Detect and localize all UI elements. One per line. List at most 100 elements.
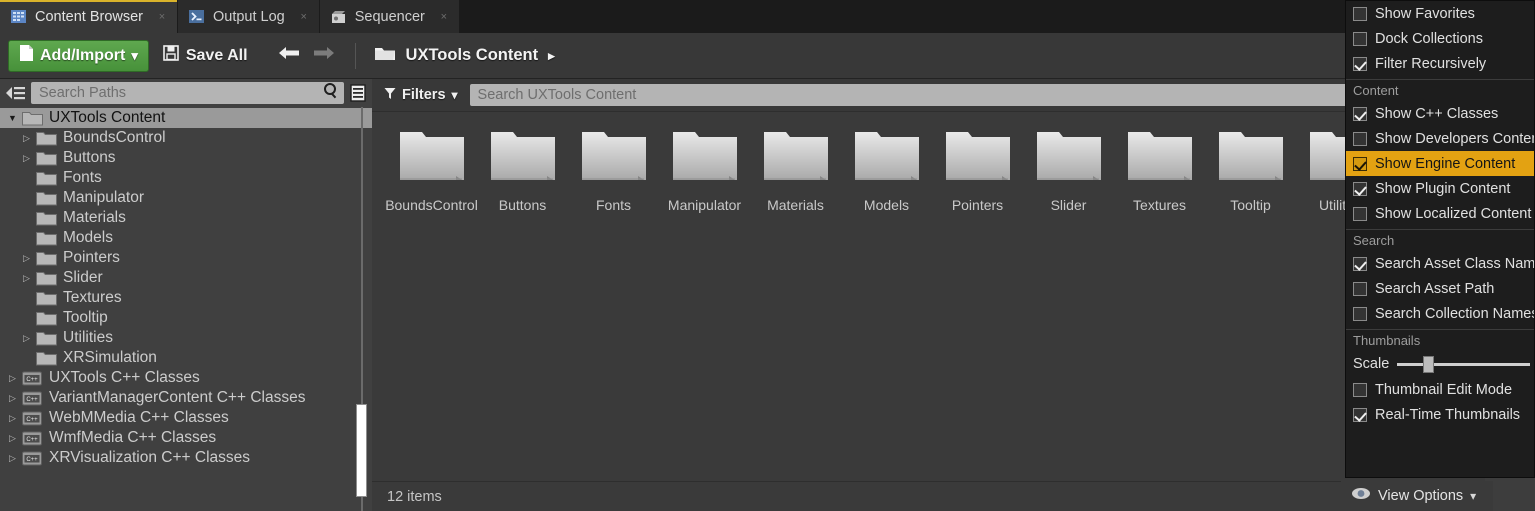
tree-item-webmmedia-c-classes[interactable]: ▷ C++ WebMMedia C++ Classes bbox=[0, 408, 372, 428]
checkbox-icon[interactable] bbox=[1353, 131, 1367, 146]
breadcrumb-chevron-icon[interactable]: ▸ bbox=[548, 48, 555, 64]
tree-item-uxtools-c-classes[interactable]: ▷ C++ UXTools C++ Classes bbox=[0, 368, 372, 388]
checkbox-icon[interactable] bbox=[1353, 407, 1367, 422]
tree-item-fonts[interactable]: ▷ Fonts bbox=[0, 168, 372, 188]
checkbox-icon[interactable] bbox=[1353, 206, 1367, 221]
menu-item-show-favorites[interactable]: Show Favorites bbox=[1346, 1, 1534, 26]
forward-button[interactable] bbox=[311, 44, 337, 67]
tree-item-pointers[interactable]: ▷ Pointers bbox=[0, 248, 372, 268]
asset-tile[interactable]: Tooltip bbox=[1205, 128, 1296, 213]
tree-item-buttons[interactable]: ▷ Buttons bbox=[0, 148, 372, 168]
checkbox-icon[interactable] bbox=[1353, 6, 1367, 21]
tree-item-label: UXTools Content bbox=[49, 109, 166, 126]
tree-item-slider[interactable]: ▷ Slider bbox=[0, 268, 372, 288]
menu-item-label: Show Developers Content bbox=[1375, 130, 1535, 147]
sources-tree[interactable]: ▼ UXTools Content ▷ BoundsControl ▷ Butt… bbox=[0, 107, 372, 511]
checkbox-icon[interactable] bbox=[1353, 106, 1367, 121]
menu-item-show-c-classes[interactable]: Show C++ Classes bbox=[1346, 101, 1534, 126]
search-paths-input[interactable]: Search Paths bbox=[31, 82, 344, 104]
svg-text:C++: C++ bbox=[26, 457, 38, 463]
close-icon[interactable]: × bbox=[155, 10, 169, 24]
tab-sequencer[interactable]: Sequencer × bbox=[319, 0, 460, 33]
slider-thumb[interactable] bbox=[1423, 355, 1435, 373]
tree-item-uxtools-content[interactable]: ▼ UXTools Content bbox=[0, 108, 372, 128]
checkbox-icon[interactable] bbox=[1353, 181, 1367, 196]
search-icon bbox=[322, 82, 340, 105]
tree-scrollbar-thumb[interactable] bbox=[356, 404, 367, 497]
menu-item-show-developers-content[interactable]: Show Developers Content bbox=[1346, 126, 1534, 151]
tree-item-variantmanagercontent-c-classes[interactable]: ▷ C++ VariantManagerContent C++ Classes bbox=[0, 388, 372, 408]
checkbox-icon[interactable] bbox=[1353, 156, 1367, 171]
twisty-closed-icon[interactable]: ▷ bbox=[6, 413, 19, 424]
tree-item-xrvisualization-c-classes[interactable]: ▷ C++ XRVisualization C++ Classes bbox=[0, 448, 372, 468]
menu-item-search-asset-class-names[interactable]: Search Asset Class Names bbox=[1346, 251, 1534, 276]
asset-tile[interactable]: BoundsControl bbox=[385, 128, 478, 213]
menu-item-label: Real-Time Thumbnails bbox=[1375, 406, 1521, 423]
twisty-closed-icon[interactable]: ▷ bbox=[20, 253, 33, 264]
view-options-button[interactable]: View Options ▾ bbox=[1341, 481, 1493, 511]
menu-item-thumbnail-edit-mode[interactable]: Thumbnail Edit Mode bbox=[1346, 377, 1534, 402]
twisty-closed-icon[interactable]: ▷ bbox=[20, 273, 33, 284]
checkbox-icon[interactable] bbox=[1353, 256, 1367, 271]
menu-item-search-collection-names[interactable]: Search Collection Names bbox=[1346, 301, 1534, 326]
checkbox-icon[interactable] bbox=[1353, 56, 1367, 71]
asset-tile[interactable]: Pointers bbox=[932, 128, 1023, 213]
checkbox-icon[interactable] bbox=[1353, 306, 1367, 321]
item-count-label: 12 items bbox=[387, 488, 442, 505]
twisty-closed-icon[interactable]: ▷ bbox=[20, 153, 33, 164]
menu-item-show-engine-content[interactable]: Show Engine Content bbox=[1346, 151, 1534, 176]
thumbnail-scale-row[interactable]: Scale bbox=[1346, 351, 1534, 377]
tree-item-wmfmedia-c-classes[interactable]: ▷ C++ WmfMedia C++ Classes bbox=[0, 428, 372, 448]
asset-tile[interactable]: Textures bbox=[1114, 128, 1205, 213]
filters-button[interactable]: Filters ▾ bbox=[380, 87, 462, 104]
twisty-closed-icon[interactable]: ▷ bbox=[6, 453, 19, 464]
tab-content browser[interactable]: Content Browser × bbox=[0, 0, 178, 33]
asset-tile[interactable]: Materials bbox=[750, 128, 841, 213]
twisty-closed-icon[interactable]: ▷ bbox=[6, 373, 19, 384]
back-button[interactable] bbox=[276, 44, 302, 67]
checkbox-icon[interactable] bbox=[1353, 281, 1367, 296]
tree-item-textures[interactable]: ▷ Textures bbox=[0, 288, 372, 308]
paths-settings-icon[interactable] bbox=[349, 83, 367, 103]
menu-item-search-asset-path[interactable]: Search Asset Path bbox=[1346, 276, 1534, 301]
view-options-menu[interactable]: Show Favorites Dock Collections Filter R… bbox=[1345, 0, 1535, 478]
save-all-button[interactable]: Save All bbox=[155, 40, 256, 72]
menu-item-label: Thumbnail Edit Mode bbox=[1375, 381, 1513, 398]
breadcrumb-folder-icon bbox=[374, 45, 396, 67]
menu-item-label: Filter Recursively bbox=[1375, 55, 1487, 72]
checkbox-icon[interactable] bbox=[1353, 31, 1367, 46]
twisty-closed-icon[interactable]: ▷ bbox=[20, 333, 33, 344]
checkbox-icon[interactable] bbox=[1353, 382, 1367, 397]
asset-tile[interactable]: Fonts bbox=[568, 128, 659, 213]
twisty-open-icon[interactable]: ▼ bbox=[6, 113, 19, 123]
asset-tile[interactable]: Buttons bbox=[477, 128, 568, 213]
close-icon[interactable]: × bbox=[297, 10, 311, 24]
asset-tile[interactable]: Manipulator bbox=[659, 128, 750, 213]
thumbnail-scale-slider[interactable] bbox=[1397, 355, 1530, 373]
menu-item-show-localized-content[interactable]: Show Localized Content bbox=[1346, 201, 1534, 226]
add-import-button[interactable]: Add/Import ▾ bbox=[8, 39, 149, 72]
menu-item-dock-collections[interactable]: Dock Collections bbox=[1346, 26, 1534, 51]
menu-item-label: Show Engine Content bbox=[1375, 155, 1516, 172]
breadcrumb[interactable]: UXTools Content ▸ bbox=[374, 45, 555, 67]
tab-output log[interactable]: Output Log × bbox=[178, 0, 320, 33]
close-icon[interactable]: × bbox=[437, 10, 451, 24]
twisty-closed-icon[interactable]: ▷ bbox=[20, 133, 33, 144]
collapse-sources-icon[interactable] bbox=[4, 84, 26, 102]
asset-tile[interactable]: Models bbox=[841, 128, 932, 213]
menu-item-label: Dock Collections bbox=[1375, 30, 1483, 47]
twisty-closed-icon[interactable]: ▷ bbox=[6, 433, 19, 444]
menu-item-filter-recursively[interactable]: Filter Recursively bbox=[1346, 51, 1534, 76]
tree-item-tooltip[interactable]: ▷ Tooltip bbox=[0, 308, 372, 328]
asset-tile[interactable]: Slider bbox=[1023, 128, 1114, 213]
menu-item-real-time-thumbnails[interactable]: Real-Time Thumbnails bbox=[1346, 402, 1534, 427]
tree-item-materials[interactable]: ▷ Materials bbox=[0, 208, 372, 228]
tree-item-manipulator[interactable]: ▷ Manipulator bbox=[0, 188, 372, 208]
tree-item-boundscontrol[interactable]: ▷ BoundsControl bbox=[0, 128, 372, 148]
tree-item-xrsimulation[interactable]: ▷ XRSimulation bbox=[0, 348, 372, 368]
tree-item-utilities[interactable]: ▷ Utilities bbox=[0, 328, 372, 348]
menu-item-show-plugin-content[interactable]: Show Plugin Content bbox=[1346, 176, 1534, 201]
twisty-closed-icon[interactable]: ▷ bbox=[6, 393, 19, 404]
tree-item-models[interactable]: ▷ Models bbox=[0, 228, 372, 248]
tree-item-label: Slider bbox=[63, 269, 103, 286]
